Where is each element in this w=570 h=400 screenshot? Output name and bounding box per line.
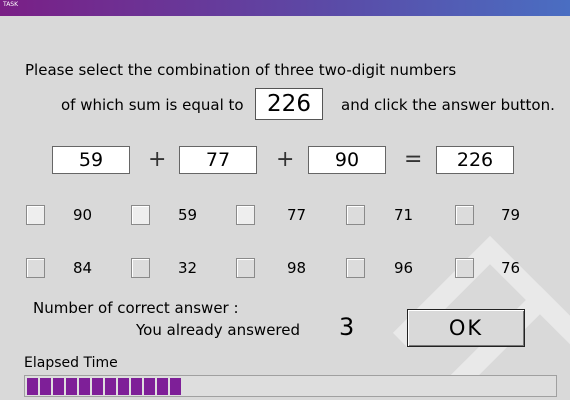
option-checkbox-1[interactable] bbox=[26, 205, 45, 225]
progress-segment bbox=[27, 378, 38, 395]
option-label-8: 98 bbox=[287, 259, 307, 277]
progress-segment bbox=[53, 378, 64, 395]
option-checkbox-8[interactable] bbox=[236, 258, 255, 278]
checkbox-icon[interactable] bbox=[346, 205, 365, 225]
option-label-6: 84 bbox=[73, 259, 93, 277]
progress-segment bbox=[105, 378, 116, 395]
checkbox-icon[interactable] bbox=[26, 258, 45, 278]
equals-sign: = bbox=[404, 147, 423, 172]
checkbox-icon[interactable] bbox=[346, 258, 365, 278]
checkbox-icon[interactable] bbox=[236, 205, 255, 225]
option-label-10: 76 bbox=[501, 259, 521, 277]
instruction-line-2-suffix: and click the answer button. bbox=[341, 96, 555, 114]
progress-segment bbox=[66, 378, 77, 395]
title-bar: TASK bbox=[0, 0, 570, 16]
option-checkbox-4[interactable] bbox=[346, 205, 365, 225]
answered-count: 3 bbox=[339, 313, 355, 341]
checkbox-icon[interactable] bbox=[131, 258, 150, 278]
progress-segment bbox=[157, 378, 168, 395]
window-title: TASK bbox=[3, 1, 19, 8]
target-sum-box: 226 bbox=[255, 88, 323, 120]
elapsed-time-progress-bar bbox=[24, 375, 557, 397]
checkbox-icon[interactable] bbox=[455, 205, 474, 225]
instruction-line-2-prefix: of which sum is equal to bbox=[61, 96, 244, 114]
option-label-9: 96 bbox=[394, 259, 414, 277]
progress-segment bbox=[144, 378, 155, 395]
plus-sign-1: + bbox=[148, 147, 167, 172]
equation-result: 226 bbox=[436, 146, 514, 174]
progress-segment bbox=[118, 378, 129, 395]
progress-segment bbox=[79, 378, 90, 395]
task-window: TASK Please select the combination of th… bbox=[0, 0, 570, 400]
option-label-7: 32 bbox=[178, 259, 198, 277]
instruction-line-1: Please select the combination of three t… bbox=[25, 61, 457, 79]
elapsed-time-label: Elapsed Time bbox=[24, 355, 118, 371]
option-label-1: 90 bbox=[73, 206, 93, 224]
option-checkbox-7[interactable] bbox=[131, 258, 150, 278]
progress-segment bbox=[40, 378, 51, 395]
option-checkbox-3[interactable] bbox=[236, 205, 255, 225]
option-label-5: 79 bbox=[501, 206, 521, 224]
option-label-4: 71 bbox=[394, 206, 414, 224]
option-checkbox-5[interactable] bbox=[455, 205, 474, 225]
option-checkbox-6[interactable] bbox=[26, 258, 45, 278]
plus-sign-2: + bbox=[276, 147, 295, 172]
progress-segment bbox=[92, 378, 103, 395]
equation-second-number: 77 bbox=[179, 146, 257, 174]
ok-button[interactable]: OK bbox=[407, 309, 525, 347]
option-label-3: 77 bbox=[287, 206, 307, 224]
answered-label: You already answered bbox=[136, 321, 301, 339]
option-checkbox-10[interactable] bbox=[455, 258, 474, 278]
equation-third-number: 90 bbox=[308, 146, 386, 174]
equation-first-number: 59 bbox=[52, 146, 130, 174]
checkbox-icon[interactable] bbox=[26, 205, 45, 225]
checkbox-icon[interactable] bbox=[131, 205, 150, 225]
progress-segment bbox=[170, 378, 181, 395]
checkbox-icon[interactable] bbox=[455, 258, 474, 278]
progress-segment bbox=[131, 378, 142, 395]
option-label-2: 59 bbox=[178, 206, 198, 224]
option-checkbox-9[interactable] bbox=[346, 258, 365, 278]
option-checkbox-2[interactable] bbox=[131, 205, 150, 225]
checkbox-icon[interactable] bbox=[236, 258, 255, 278]
correct-answer-label: Number of correct answer : bbox=[33, 299, 239, 317]
